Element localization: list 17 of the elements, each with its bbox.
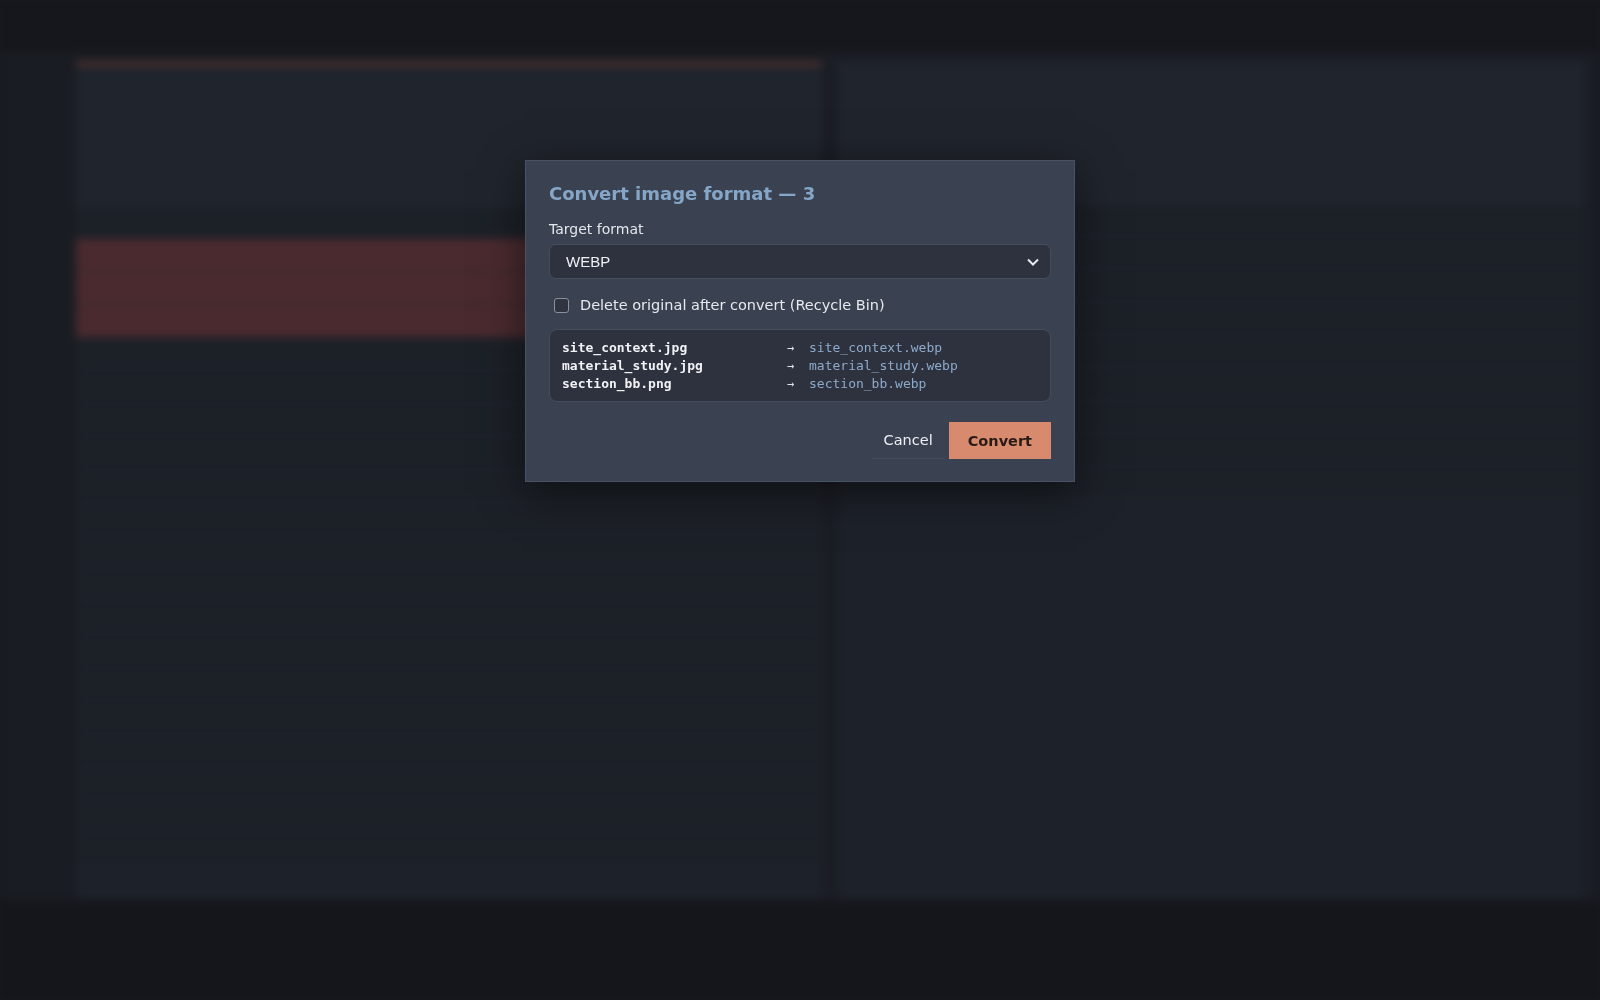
arrow-glyph: → [787,340,796,355]
format-select[interactable]: WEBP [549,244,1051,279]
source-filename: site_context.jpg [562,340,689,355]
dialog-title: Convert image format — 3 [549,183,817,204]
target-filename: material_study.webp [809,358,958,373]
convert-button[interactable]: Convert [948,422,1051,459]
arrow-glyph: → [787,358,796,373]
source-filename: section_bb.png [562,376,673,391]
cancel-button[interactable]: Cancel [871,422,945,459]
checkbox-label: Delete original after convert (Recycle Bin) [580,297,885,313]
target-filename: section_bb.webp [809,376,927,391]
chevron-down-icon [1027,257,1039,266]
checkbox[interactable] [554,297,569,313]
source-filename: material_study.jpg [562,358,704,373]
target-filename: site_context.webp [809,340,943,355]
field-label: Target format [549,221,645,237]
arrow-glyph: → [787,376,796,391]
